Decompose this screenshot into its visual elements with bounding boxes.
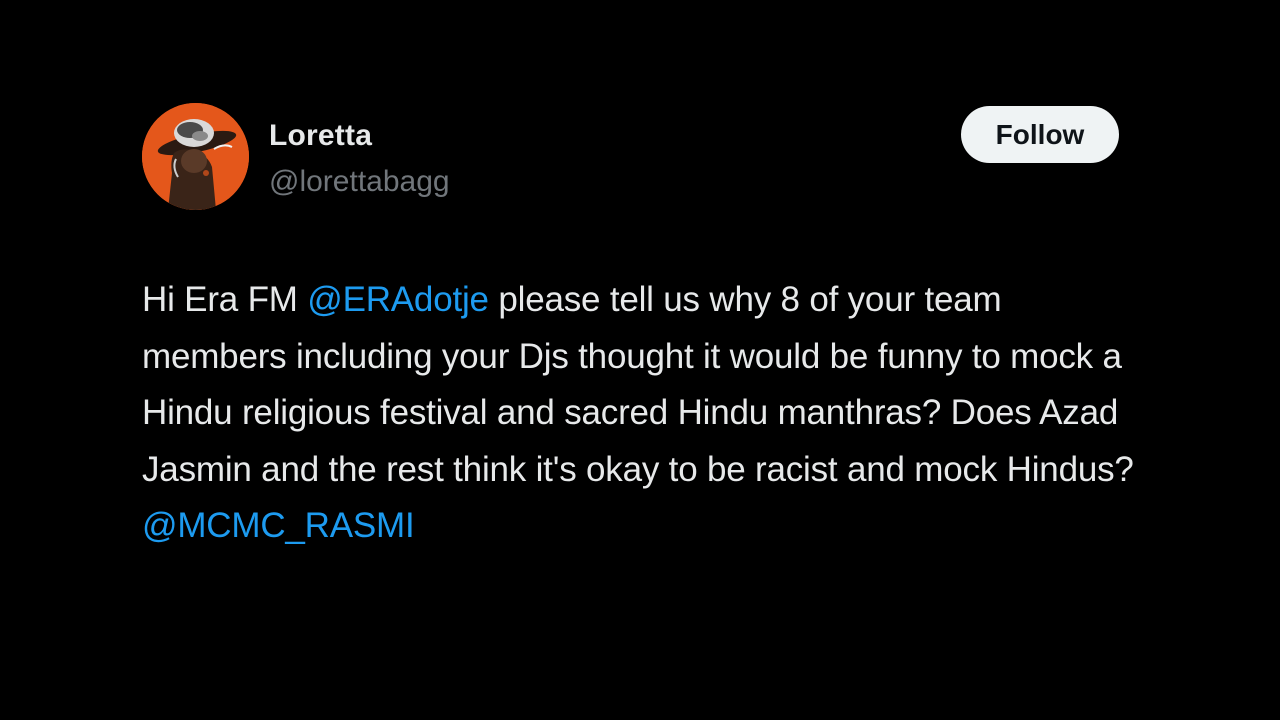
avatar[interactable] bbox=[142, 103, 249, 210]
author-names: Loretta @lorettabagg bbox=[269, 118, 450, 200]
follow-button[interactable]: Follow bbox=[961, 106, 1119, 163]
tweet-card: Loretta @lorettabagg Follow Hi Era FM @E… bbox=[142, 100, 1142, 545]
tweet-body: Hi Era FM @ERAdotje please tell us why 8… bbox=[142, 272, 1152, 555]
mention-link-eradotje[interactable]: @ERAdotje bbox=[307, 280, 489, 319]
tweet-text-segment: Hi Era FM bbox=[142, 280, 308, 319]
user-handle[interactable]: @lorettabagg bbox=[269, 164, 450, 200]
display-name[interactable]: Loretta bbox=[269, 118, 450, 154]
tweet-header: Loretta @lorettabagg Follow bbox=[142, 100, 1142, 212]
mention-link-mcmc-rasmi[interactable]: @MCMC_RASMI bbox=[142, 506, 415, 545]
profile-photo-icon bbox=[142, 103, 249, 210]
